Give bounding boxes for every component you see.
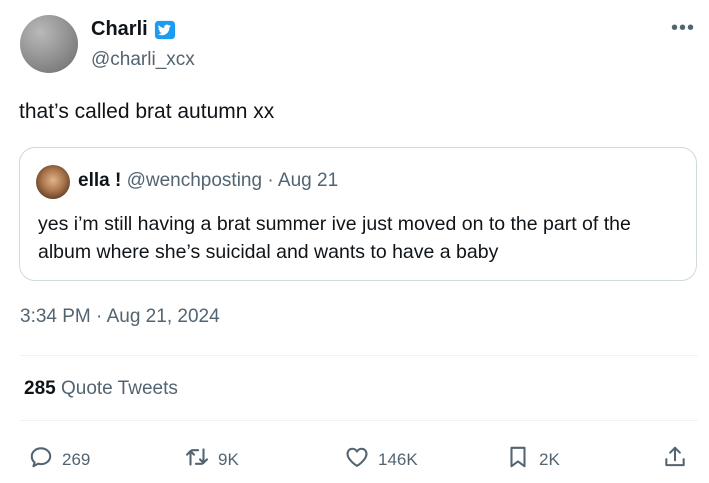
reply-button[interactable]: 269 (28, 444, 90, 475)
heart-icon (344, 444, 370, 475)
tweet-text: that’s called brat autumn xx (19, 100, 275, 123)
author-name-row: Charli (91, 18, 176, 41)
author-handle[interactable]: @charli_xcx (91, 49, 195, 71)
like-button[interactable]: 146K (344, 444, 418, 475)
retweet-count: 9K (218, 449, 239, 469)
quoted-tweet-text: yes i’m still having a brat summer ive j… (38, 213, 631, 263)
quote-tweets-count: 285 (24, 378, 56, 399)
bookmark-icon (505, 444, 531, 475)
quoted-separator: · (267, 170, 274, 191)
retweet-button[interactable]: 9K (184, 444, 239, 475)
author-display-name[interactable]: Charli (91, 18, 148, 41)
share-button[interactable] (662, 444, 688, 475)
divider-top (20, 355, 698, 356)
divider-bottom (20, 420, 698, 421)
quoted-date: Aug 21 (277, 170, 339, 191)
retweet-icon (184, 444, 210, 475)
bookmark-count: 2K (539, 449, 560, 469)
quoted-author-handle: @wenchposting (126, 170, 263, 191)
share-icon (662, 444, 688, 475)
reply-icon (28, 444, 54, 475)
quoted-tweet-card[interactable]: ella ! @wenchposting · Aug 21 yes i’m st… (19, 147, 697, 281)
verified-badge-icon[interactable] (154, 19, 176, 41)
quoted-tweet-header: ella ! @wenchposting · Aug 21 (78, 170, 338, 192)
bookmark-button[interactable]: 2K (505, 444, 560, 475)
quoted-author-avatar[interactable] (36, 165, 70, 199)
like-count: 146K (378, 449, 418, 469)
quoted-author-name: ella ! (78, 170, 122, 191)
quote-tweets-stat[interactable]: 285 Quote Tweets (24, 378, 178, 400)
author-avatar[interactable] (20, 15, 78, 73)
more-options-icon[interactable]: ••• (671, 18, 695, 38)
quote-tweets-label: Quote Tweets (60, 378, 178, 399)
reply-count: 269 (62, 449, 91, 469)
tweet-timestamp[interactable]: 3:34 PM · Aug 21, 2024 (20, 306, 220, 328)
